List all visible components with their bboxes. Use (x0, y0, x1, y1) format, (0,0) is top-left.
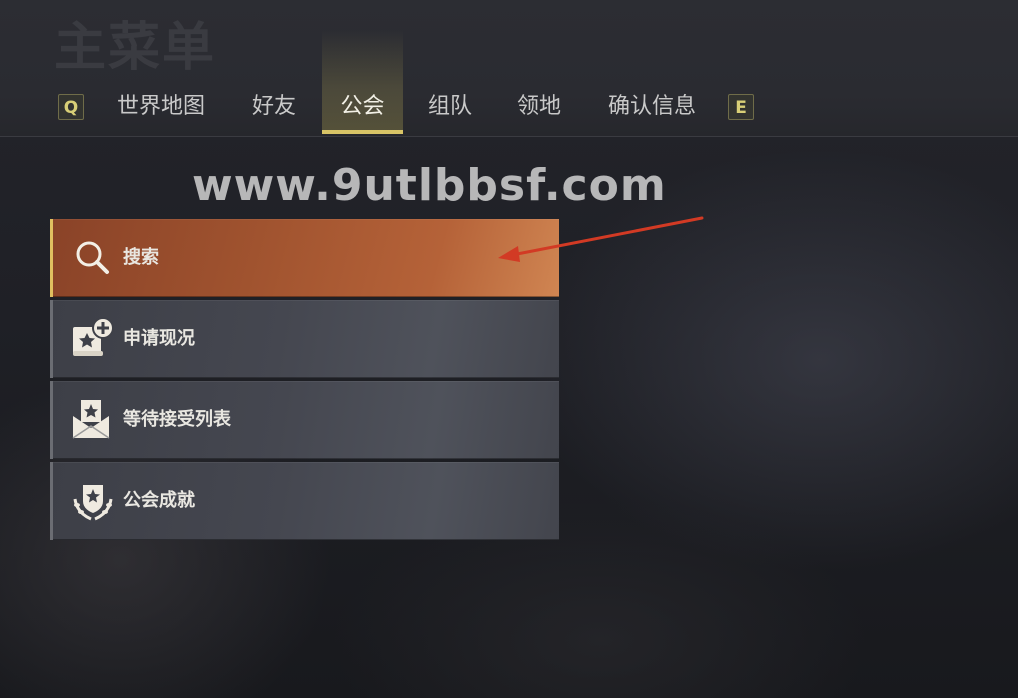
top-bar: 主菜单 Q 世界地图 好友 公会 组队 领地 确认信息 E (0, 0, 1018, 137)
scroll-plus-icon (73, 317, 114, 356)
next-tab-key-e[interactable]: E (728, 94, 754, 120)
tab-party[interactable]: 组队 (416, 84, 484, 130)
tab-territory[interactable]: 领地 (505, 84, 573, 130)
tab-bar: Q 世界地图 好友 公会 组队 领地 确认信息 E (0, 0, 1018, 136)
menu-item-guild-achievements[interactable]: 公会成就 (50, 462, 559, 540)
tab-confirm-info[interactable]: 确认信息 (596, 84, 708, 130)
menu-item-label: 等待接受列表 (123, 409, 231, 430)
shield-laurel-icon (73, 485, 113, 521)
menu-item-label: 申请现况 (123, 328, 195, 349)
menu-item-pending-list[interactable]: 等待接受列表 (50, 381, 559, 459)
magnifier-icon (76, 241, 109, 274)
tab-guild[interactable]: 公会 (322, 30, 403, 134)
tab-friends[interactable]: 好友 (240, 84, 308, 130)
menu-item-label: 公会成就 (123, 490, 195, 511)
guild-menu: 搜索 申请现况 等待接受列表 公会成就 (50, 219, 559, 543)
menu-item-label: 搜索 (123, 247, 159, 268)
watermark-text: www.9utlbbsf.com (192, 160, 667, 211)
envelope-star-icon (72, 400, 110, 439)
menu-item-search[interactable]: 搜索 (50, 219, 559, 297)
menu-item-application-status[interactable]: 申请现况 (50, 300, 559, 378)
tab-world-map[interactable]: 世界地图 (106, 84, 216, 130)
prev-tab-key-q[interactable]: Q (58, 94, 84, 120)
